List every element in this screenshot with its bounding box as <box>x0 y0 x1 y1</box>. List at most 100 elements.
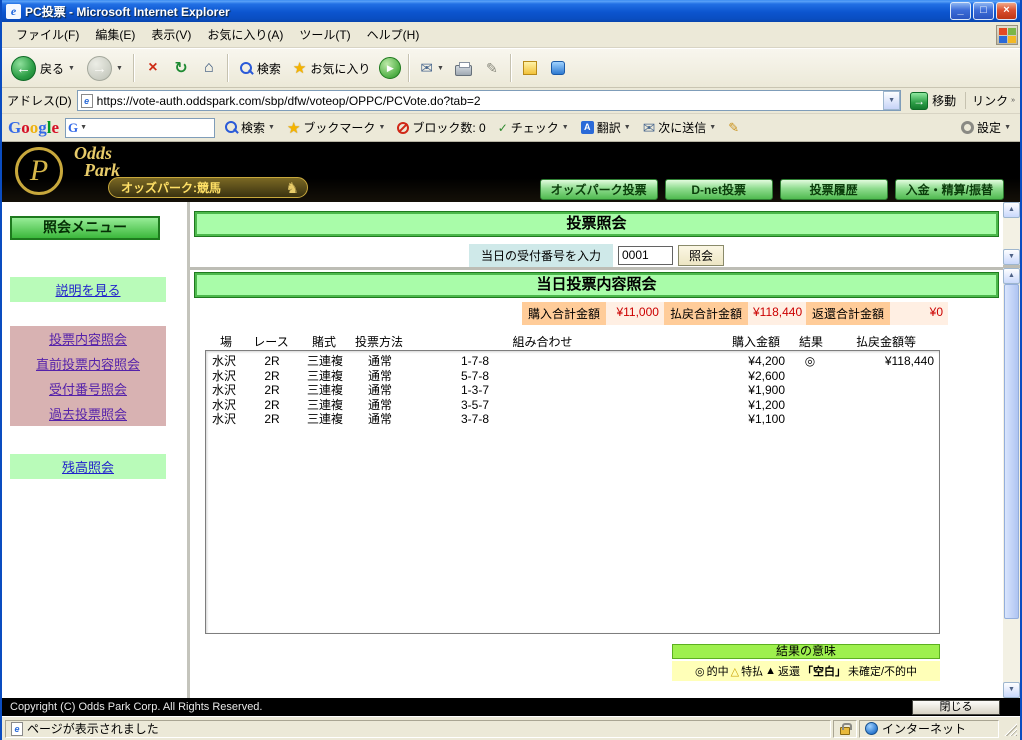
table-cell: ¥118,440 <box>884 354 934 368</box>
summary-value: ¥118,440 <box>747 302 806 325</box>
menu-item[interactable]: ツール(T) <box>291 22 358 47</box>
translate-button[interactable]: A 翻訳 ▼ <box>578 117 634 138</box>
menu-item[interactable]: 表示(V) <box>143 22 199 47</box>
google-combo-dropdown-icon[interactable]: ▼ <box>80 124 87 131</box>
close-window-button[interactable]: × <box>996 2 1017 20</box>
inquiry-submit-button[interactable]: 照会 <box>678 244 725 266</box>
zone-panel: インターネット <box>859 719 999 738</box>
menu-item[interactable]: お気に入り(A) <box>199 22 291 47</box>
home-button[interactable]: ⌂ <box>196 53 222 83</box>
main-area: 投票照会 当日の受付番号を入力 照会 当日投票内容照会 購入合計金額¥11,00… <box>190 202 1003 698</box>
forward-dropdown-icon[interactable]: ▼ <box>116 65 123 72</box>
refresh-button[interactable]: ↻ <box>168 53 194 83</box>
popup-blocker-button[interactable]: ブロック数: 0 <box>394 117 488 138</box>
google-settings-button[interactable]: 設定 ▼ <box>958 117 1014 138</box>
go-button[interactable]: → 移動 <box>906 91 960 110</box>
gear-icon <box>961 121 975 134</box>
oddspark-logo-icon: P <box>15 147 63 195</box>
back-dropdown-icon[interactable]: ▼ <box>68 65 75 72</box>
popup-blocker-icon <box>397 121 410 134</box>
scroll-up-button-main-frame[interactable]: ▲ <box>1003 268 1020 284</box>
favorites-star-icon: ★ <box>292 60 307 77</box>
sidebar: 照会メニュー 説明を見る 投票内容照会 直前投票内容照会 受付番号照会 過去投票照会 残高… <box>2 202 190 698</box>
sidebar-link[interactable]: 投票内容照会 <box>10 326 166 351</box>
bookmarks-dropdown-icon[interactable]: ▼ <box>378 124 385 131</box>
sidebar-link[interactable]: 残高照会 <box>10 454 166 479</box>
scroll-down-button-main-frame[interactable]: ▼ <box>1003 682 1020 698</box>
table-cell <box>831 369 939 384</box>
scroll-up-button-top-frame[interactable]: ▲ <box>1003 202 1020 218</box>
scroll-track-top-frame[interactable] <box>1003 218 1020 249</box>
table-cell: 5-7-8 <box>461 368 490 383</box>
table-cell: 2R <box>264 354 280 368</box>
resize-grip[interactable] <box>1003 721 1017 736</box>
address-dropdown-icon[interactable]: ▼ <box>883 91 901 110</box>
translate-dropdown-icon[interactable]: ▼ <box>624 124 631 131</box>
scroll-thumb-main-frame[interactable] <box>1004 284 1019 619</box>
google-search-input[interactable]: G ▼ <box>65 117 216 138</box>
table-cell: ¥2,600 <box>748 368 785 383</box>
site-nav-button-3[interactable]: 投票履歴 <box>779 179 888 200</box>
back-label: 戻る <box>40 61 65 76</box>
sidebar-link[interactable]: 過去投票照会 <box>10 401 166 426</box>
notes-button[interactable] <box>517 53 543 83</box>
table-header-cell: 賭式 <box>311 335 336 349</box>
highlighter-icon: ✎ <box>728 119 740 135</box>
table-row: 水沢 2R 三連複 通常 3-7-8 ¥1,100 <box>206 412 939 427</box>
search-label: 検索 <box>256 61 281 76</box>
favorites-button[interactable]: ★ お気に入り <box>288 51 375 85</box>
maximize-button[interactable]: □ <box>973 2 994 20</box>
sidebar-link[interactable]: 受付番号照会 <box>10 376 166 401</box>
check-dropdown-icon[interactable]: ▼ <box>562 124 569 131</box>
minimize-button[interactable]: _ <box>950 2 971 20</box>
menu-item[interactable]: ヘルプ(H) <box>359 22 428 47</box>
table-header-cell: 購入金額 <box>731 335 780 349</box>
back-button[interactable]: ← 戻る ▼ <box>6 51 80 85</box>
receipt-number-input[interactable] <box>618 245 673 265</box>
mail-dropdown-icon[interactable]: ▼ <box>437 65 444 72</box>
inquiry-frame: 投票照会 当日の受付番号を入力 照会 <box>190 202 1003 270</box>
summary-label: 払戻合計金額 <box>663 302 748 325</box>
media-button[interactable]: ▶ <box>377 53 403 83</box>
highlighter-button[interactable]: ✎ <box>725 118 742 138</box>
print-button[interactable] <box>451 53 477 83</box>
scroll-down-button-top-frame[interactable]: ▼ <box>1003 249 1020 265</box>
mail-button[interactable]: ✉ ▼ <box>415 51 449 85</box>
forward-button[interactable]: → ▼ <box>82 51 128 85</box>
table-cell <box>831 383 939 398</box>
google-search-dropdown-icon[interactable]: ▼ <box>268 124 275 131</box>
bookmarks-button[interactable]: ★ ブックマーク ▼ <box>284 117 388 139</box>
links-toolbar[interactable]: リンク » <box>965 92 1015 109</box>
status-bar: e ページが表示されました インターネット <box>2 716 1020 740</box>
close-page-button[interactable]: 閉じる <box>912 699 1000 715</box>
settings-dropdown-icon[interactable]: ▼ <box>1004 124 1011 131</box>
scroll-track-main-frame[interactable] <box>1003 619 1020 682</box>
messenger-button[interactable] <box>545 53 571 83</box>
receipt-input-label: 当日の受付番号を入力 <box>468 243 613 267</box>
google-search-button[interactable]: 検索 ▼ <box>221 117 278 138</box>
send-to-button[interactable]: ✉ 次に送信 ▼ <box>640 117 720 139</box>
site-nav-button-1[interactable]: オッズパーク投票 <box>539 179 658 200</box>
send-to-dropdown-icon[interactable]: ▼ <box>709 124 716 131</box>
sidebar-link[interactable]: 直前投票内容照会 <box>10 351 166 376</box>
search-button[interactable]: 検索 <box>234 51 286 85</box>
table-cell <box>831 398 939 413</box>
sidebar-link[interactable]: 説明を見る <box>10 277 166 302</box>
table-row: 水沢 2R 三連複 通常 3-5-7 ¥1,200 <box>206 398 939 413</box>
table-cell <box>831 412 939 427</box>
table-body: 水沢 2R 三連複 通常 1-7-8 ¥4,200 ◎ ¥118,440 水沢 2R 三連複 通常 5-… <box>205 350 940 634</box>
sidebar-items: 説明を見る投票内容照会 直前投票内容照会 受付番号照会 過去投票照会 残高照会 <box>10 277 187 479</box>
spellcheck-button[interactable]: ✓ チェック ▼ <box>495 117 572 138</box>
zone-label: インターネット <box>882 722 967 736</box>
table-row: 水沢 2R 三連複 通常 1-3-7 ¥1,900 <box>206 383 939 398</box>
menu-item[interactable]: 編集(E) <box>87 22 143 47</box>
address-input[interactable]: e https://vote-auth.oddspark.com/sbp/dfw… <box>76 90 902 111</box>
copyright-text: Copyright (C) Odds Park Corp. All Rights… <box>10 701 263 713</box>
edit-button[interactable]: ✎ <box>479 53 505 83</box>
site-nav-button-2[interactable]: D-net投票 <box>664 179 773 200</box>
stop-button[interactable]: × <box>140 53 166 83</box>
lock-icon <box>840 722 852 735</box>
site-nav-button-4[interactable]: 入金・精算/振替 <box>894 179 1004 200</box>
go-label: 移動 <box>932 94 957 108</box>
menu-item[interactable]: ファイル(F) <box>8 22 87 47</box>
